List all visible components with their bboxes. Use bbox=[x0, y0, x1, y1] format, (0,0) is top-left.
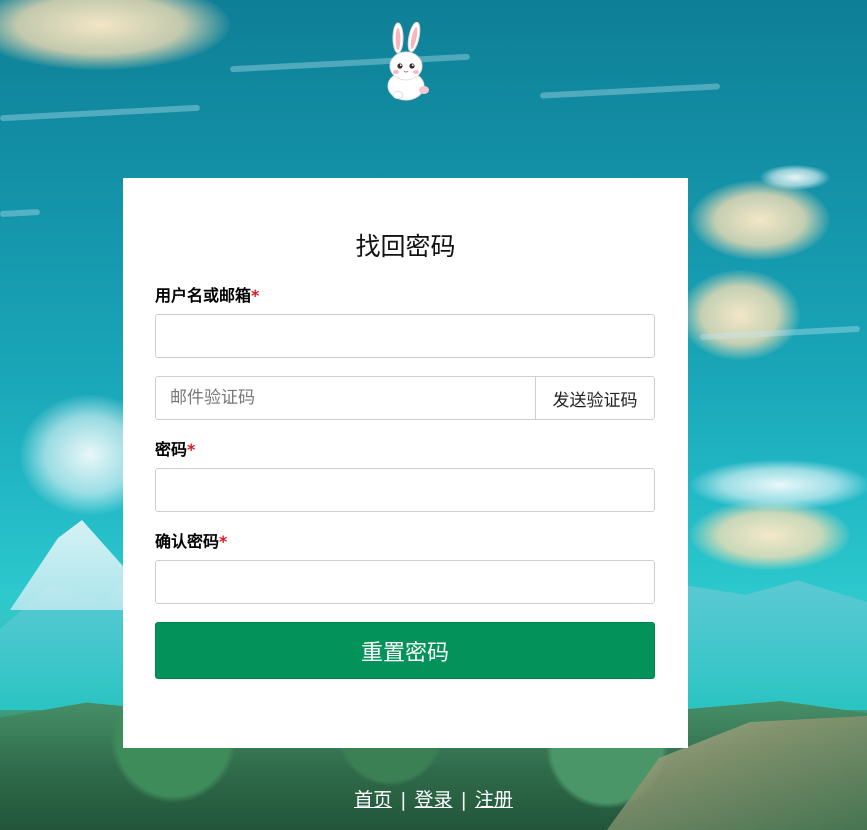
required-mark: * bbox=[219, 532, 228, 551]
password-label-text: 密码 bbox=[155, 440, 188, 459]
page-background: 找回密码 用户名或邮箱* 发送验证码 密码* 确认密码* 重置密码 首页|登录|… bbox=[0, 0, 867, 830]
email-code-input[interactable] bbox=[155, 376, 535, 420]
confirm-password-input[interactable] bbox=[155, 560, 655, 604]
required-mark: * bbox=[187, 440, 196, 459]
username-label: 用户名或邮箱* bbox=[155, 286, 656, 306]
footer-separator: | bbox=[400, 789, 407, 811]
send-code-button[interactable]: 发送验证码 bbox=[535, 376, 655, 420]
password-label: 密码* bbox=[155, 440, 656, 460]
confirm-password-label: 确认密码* bbox=[155, 532, 656, 552]
footer-nav: 首页 | 登录 | 注册 bbox=[0, 786, 867, 814]
footer-link-login[interactable]: 登录 bbox=[414, 789, 452, 811]
email-code-row: 发送验证码 bbox=[155, 376, 655, 420]
footer-separator: | bbox=[460, 789, 467, 811]
footer-link-home[interactable]: 首页 bbox=[354, 789, 392, 811]
bunny-logo-icon bbox=[380, 21, 432, 102]
page-title: 找回密码 bbox=[355, 232, 456, 261]
reset-password-button[interactable]: 重置密码 bbox=[155, 622, 655, 679]
reset-password-card: 找回密码 用户名或邮箱* 发送验证码 密码* 确认密码* 重置密码 bbox=[123, 178, 688, 748]
username-label-text: 用户名或邮箱 bbox=[155, 286, 252, 305]
password-input[interactable] bbox=[155, 468, 655, 512]
username-or-email-input[interactable] bbox=[155, 314, 655, 358]
required-mark: * bbox=[251, 286, 260, 305]
confirm-password-label-text: 确认密码 bbox=[155, 532, 220, 551]
footer-link-register[interactable]: 注册 bbox=[475, 789, 513, 811]
